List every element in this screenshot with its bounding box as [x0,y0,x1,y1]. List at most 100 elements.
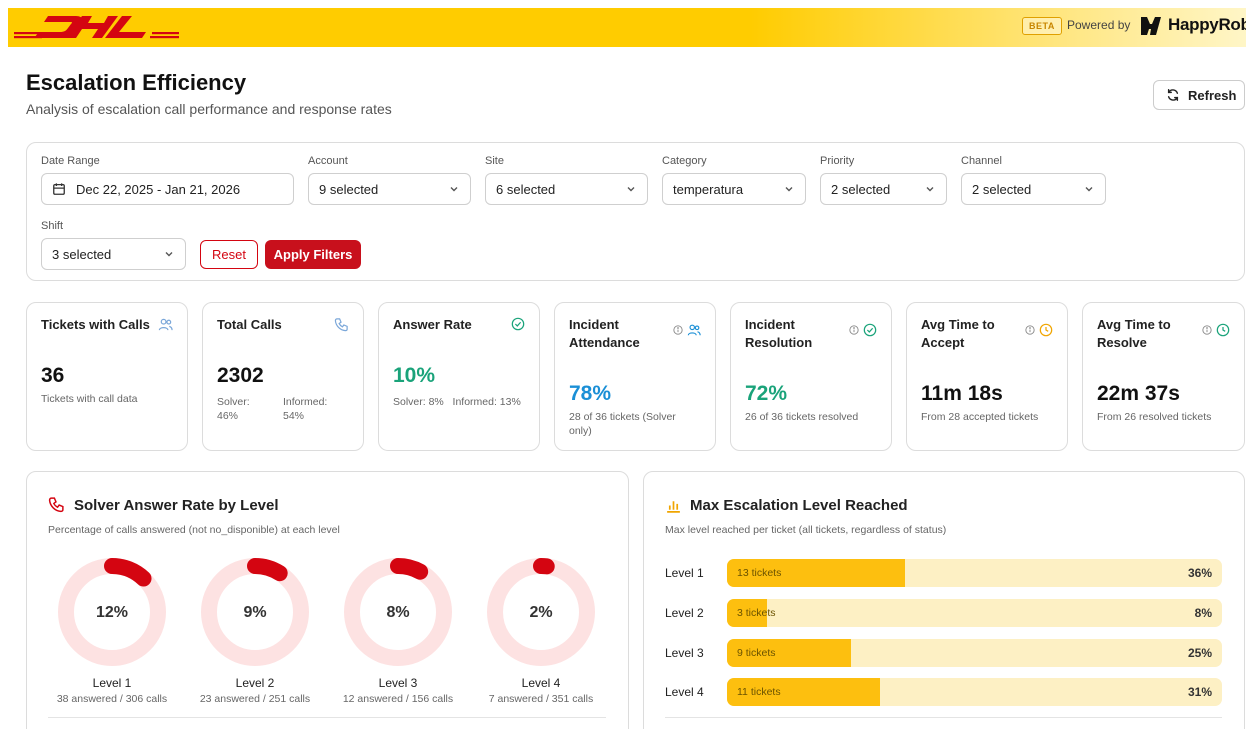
bar-percent-label: 25% [1187,646,1212,660]
priority-select[interactable]: 2 selected [820,173,947,205]
refresh-button[interactable]: Refresh [1153,80,1245,110]
chevron-down-icon [627,187,635,192]
page-title: Escalation Efficiency [26,70,247,95]
kpi-card-answer-rate: Answer Rate 10% Solver: 8% Informed: 13% [378,302,540,451]
filters-panel: Date Range Dec 22, 2025 - Jan 21, 2026 A… [26,142,1245,281]
channel-value: 2 selected [972,181,1032,197]
kpi-title: Incident Resolution [745,317,813,350]
reset-button[interactable]: Reset [200,240,258,269]
info-icon[interactable] [1025,325,1035,335]
bar-track: 13 tickets 36% [727,559,1222,587]
chevron-down-icon [1085,187,1093,192]
donut-calls-label: 38 answered / 306 calls [56,693,168,705]
kpi-value: 10% [393,364,436,387]
donut-calls-label: 7 answered / 351 calls [488,693,594,705]
kpi-card-incident-attendance: Incident Attendance 78% 28 of 36 tickets… [554,302,716,451]
kpi-solver: Solver: 46% [217,395,250,423]
chevron-down-icon [165,252,173,257]
phone-icon [334,318,348,332]
clock-icon [1039,323,1053,337]
kpi-value: 11m 18s [921,382,1003,405]
top-bar: BETA Powered by HappyRobot [8,8,1246,47]
users-icon [158,318,173,331]
chevron-down-icon [926,187,934,192]
bar-tickets-label: 11 tickets [737,686,781,698]
kpi-card-total-calls: Total Calls 2302 Solver: 46% Informed: 5… [202,302,364,451]
donut-level-name: Level 3 [378,676,418,690]
kpi-value: 72% [745,382,788,405]
bar-track: 9 tickets 25% [727,639,1222,667]
info-icon[interactable] [1202,325,1212,335]
bar-level-label: Level 3 [665,646,704,660]
chevron-down-icon [785,187,793,192]
account-select[interactable]: 9 selected [308,173,471,205]
donut-percent-label: 2% [529,604,553,621]
category-select[interactable]: temperatura [662,173,806,205]
info-icon[interactable] [849,325,859,335]
donut-percent-label: 9% [243,604,267,621]
date-range-picker[interactable]: Dec 22, 2025 - Jan 21, 2026 [41,173,294,205]
informed-value: 54% [283,410,305,422]
bar-tickets-label: 9 tickets [737,647,776,659]
bar-percent-label: 36% [1187,566,1212,580]
donut-level-name: Level 2 [235,676,275,690]
donut-level-name: Level 4 [521,676,561,690]
happyrobot-logo-icon [1141,17,1161,35]
divider [48,717,606,718]
kpi-sub: Tickets with call data [41,393,138,405]
apply-filters-button[interactable]: Apply Filters [265,240,361,269]
kpi-value: 2302 [217,364,264,387]
kpi-title: Incident Attendance [569,317,640,350]
kpi-title: Answer Rate [393,317,472,332]
bar-level-label: Level 2 [665,606,704,620]
kpi-card-tickets-with-calls: Tickets with Calls 36 Tickets with call … [26,302,188,451]
date-range-value: Dec 22, 2025 - Jan 21, 2026 [76,181,241,197]
happyrobot-name: HappyRobot [1168,15,1246,34]
bar-level-label: Level 4 [665,685,704,699]
calendar-icon [53,183,65,195]
bar-track: 11 tickets 31% [727,678,1222,706]
shift-label: Shift [41,220,64,232]
kpi-card-avg-time-to-resolve: Avg Time to Resolve 22m 37s From 26 reso… [1082,302,1245,451]
solver-panel-title: Solver Answer Rate by Level [74,497,279,514]
kpi-sub: From 28 accepted tickets [921,411,1039,423]
page-subtitle: Analysis of escalation call performance … [26,101,392,117]
dhl-logo[interactable] [14,12,179,42]
bar-chart-icon [667,501,680,513]
kpi-card-incident-resolution: Incident Resolution 72% 26 of 36 tickets… [730,302,892,451]
site-select[interactable]: 6 selected [485,173,648,205]
kpi-card-avg-time-to-accept: Avg Time to Accept 11m 18s From 28 accep… [906,302,1068,451]
donut-percent-label: 8% [386,604,410,621]
category-value: temperatura [673,181,744,197]
account-value: 9 selected [319,181,379,197]
bar-percent-label: 31% [1187,685,1212,699]
kpi-value: 36 [41,364,65,387]
solver-panel-subtitle: Percentage of calls answered (not no_dis… [48,524,340,536]
category-label: Category [662,155,707,167]
date-range-label: Date Range [41,155,100,167]
shift-value: 3 selected [52,246,112,262]
bar-tickets-label: 13 tickets [737,567,782,579]
donut-calls-label: 23 answered / 251 calls [199,693,311,705]
bar-track: 3 tickets 8% [727,599,1222,627]
escalation-panel-subtitle: Max level reached per ticket (all ticket… [665,524,947,536]
powered-by-text: Powered by [1067,18,1131,32]
kpi-value: 22m 37s [1097,382,1180,405]
kpi-sub: 26 of 36 tickets resolved [745,411,859,423]
shift-select[interactable]: 3 selected [41,238,186,270]
refresh-icon [1167,89,1179,101]
info-icon[interactable] [673,325,683,335]
channel-select[interactable]: 2 selected [961,173,1106,205]
kpi-value: 78% [569,382,612,405]
kpi-title: Avg Time to Accept [921,317,995,350]
bar-percent-label: 8% [1194,606,1212,620]
channel-label: Channel [961,155,1002,167]
chevron-down-icon [450,187,458,192]
solver-label: Solver: [217,396,250,408]
donut-calls-label: 12 answered / 156 calls [342,693,454,705]
site-value: 6 selected [496,181,556,197]
priority-label: Priority [820,155,855,167]
informed-label: Informed: [283,396,328,408]
check-circle-icon [863,323,877,337]
kpi-sub: 28 of 36 tickets (Solver only) [569,411,676,437]
